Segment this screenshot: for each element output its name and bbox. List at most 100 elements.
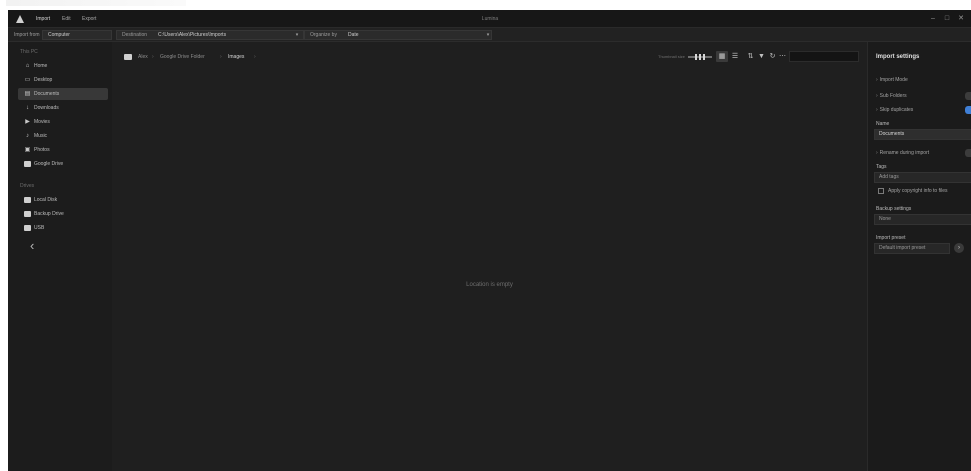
chevron-down-icon[interactable]: ▾: [293, 30, 301, 40]
section-sub-folders[interactable]: › Sub Folders: [876, 92, 907, 101]
sidebar-item-label: Local Disk: [34, 197, 58, 203]
sidebar-item-home[interactable]: ⌂ Home: [18, 60, 108, 72]
breadcrumb-separator: ›: [220, 54, 222, 60]
sidebar-item-google-drive[interactable]: Google Drive: [18, 158, 108, 170]
import-toolbar: Import from Computer Destination C:\User…: [8, 28, 971, 42]
sidebar-item-desktop[interactable]: ▭ Desktop: [18, 74, 108, 86]
section-import-mode[interactable]: › Import Mode: [876, 76, 908, 85]
sidebar-item-label: Photos: [34, 147, 50, 153]
empty-state-message: Location is empty: [466, 282, 513, 288]
section-skip-duplicates[interactable]: › Skip duplicates: [876, 106, 913, 115]
sub-folders-toggle[interactable]: [965, 92, 971, 100]
backup-label: Backup settings: [876, 206, 912, 212]
download-icon: ↓: [26, 105, 29, 111]
chevron-right-icon: ›: [876, 150, 878, 156]
breadcrumb-item[interactable]: Alex: [138, 52, 148, 62]
thumbnail-size-label: Thumbnail size: [658, 54, 685, 59]
source-label: Import from: [14, 32, 40, 38]
background-ghost: [6, 0, 186, 6]
sidebar-item-usb[interactable]: USB: [18, 222, 108, 234]
tab-edit[interactable]: Edit: [58, 13, 75, 25]
more-icon[interactable]: ⋯: [778, 51, 787, 62]
breadcrumb-separator: ›: [152, 54, 154, 60]
tab-import[interactable]: Import: [32, 13, 54, 25]
thumbnail-size-slider[interactable]: [688, 54, 712, 60]
backup-field[interactable]: None: [874, 214, 971, 225]
filter-icon[interactable]: ▼: [757, 51, 766, 62]
preset-label: Import preset: [876, 235, 906, 241]
chevron-right-icon: ›: [876, 93, 878, 99]
title-bar: Import Edit Export Lumina – □ ✕: [8, 10, 971, 28]
sidebar-item-label: Music: [34, 133, 48, 139]
sidebar-item-downloads[interactable]: ↓ Downloads: [18, 102, 108, 114]
breadcrumb-item[interactable]: Google Drive Folder: [160, 52, 205, 62]
destination-value: C:\Users\Alex\Pictures\Imports: [158, 32, 227, 38]
chevron-right-icon: ›: [876, 77, 878, 83]
section-rename[interactable]: › Rename during import: [876, 149, 929, 158]
destination-select[interactable]: Destination C:\Users\Alex\Pictures\Impor…: [116, 30, 304, 40]
window-title: Lumina: [481, 16, 499, 22]
sidebar-item-backup-drive[interactable]: Backup Drive: [18, 208, 108, 220]
copyright-checkbox[interactable]: [878, 188, 884, 194]
sidebar-item-movies[interactable]: ▶ Movies: [18, 116, 108, 128]
outer-top-strip: [0, 0, 971, 10]
chevron-right-icon: ›: [876, 107, 878, 113]
section-header-this-pc: This PC: [20, 49, 38, 55]
tab-export[interactable]: Export: [78, 13, 100, 25]
app-window: Import Edit Export Lumina – □ ✕ Import f…: [8, 10, 971, 471]
folder-icon: [24, 161, 31, 167]
folder-icon: [124, 54, 132, 60]
rename-toggle[interactable]: [965, 149, 971, 157]
import-settings-panel: Import settings › Import Mode › Sub Folder…: [867, 42, 971, 471]
sidebar-item-label: USB: [34, 225, 45, 231]
close-button[interactable]: ✕: [956, 14, 966, 24]
destination-label: Destination: [122, 32, 148, 38]
organize-value: Date: [348, 32, 359, 38]
section-label: Import Mode: [879, 77, 908, 83]
import-go-icon[interactable]: ›: [954, 243, 964, 253]
source-value: Computer: [48, 32, 70, 38]
sort-icon[interactable]: ⇅: [746, 51, 755, 62]
back-chevron-icon[interactable]: ‹: [30, 239, 40, 253]
sidebar-item-documents[interactable]: ▤ Documents: [18, 88, 108, 100]
movie-icon: ▶: [25, 119, 30, 125]
name-field[interactable]: Documents: [874, 129, 971, 140]
folder-icon: [24, 225, 31, 231]
grid-view-icon[interactable]: ▦: [716, 51, 728, 62]
sidebar: This PC ⌂ Home ▭ Desktop ▤ Documents ↓ D…: [8, 42, 112, 471]
copyright-label: Apply copyright info to files: [888, 188, 948, 194]
folder-icon: [24, 211, 31, 217]
section-header-drives: Drives: [20, 183, 35, 189]
list-view-icon[interactable]: ☰: [729, 51, 741, 62]
organize-select[interactable]: Organize by Date: [304, 30, 492, 40]
source-select[interactable]: Computer: [42, 30, 112, 40]
tags-field[interactable]: Add tags: [874, 172, 971, 183]
breadcrumb-current: Images: [228, 54, 245, 60]
maximize-button[interactable]: □: [942, 14, 952, 24]
file-browser: Alex › Google Drive Folder › Images › Th…: [112, 42, 867, 471]
sidebar-item-label: Google Drive: [34, 161, 64, 167]
organize-label: Organize by: [310, 32, 337, 38]
skip-duplicates-toggle[interactable]: [965, 106, 971, 114]
sidebar-item-label: Movies: [34, 119, 50, 125]
sidebar-item-photos[interactable]: ▣ Photos: [18, 144, 108, 156]
minimize-button[interactable]: –: [928, 14, 938, 24]
sidebar-item-label: Desktop: [34, 77, 53, 83]
app-logo-icon: [16, 15, 24, 23]
breadcrumb-separator: ›: [254, 54, 256, 60]
section-label: Skip duplicates: [879, 107, 914, 113]
sidebar-item-label: Documents: [34, 91, 60, 97]
sidebar-item-music[interactable]: ♪ Music: [18, 130, 108, 142]
name-label: Name: [876, 121, 890, 127]
preset-select[interactable]: Default import preset: [874, 243, 950, 254]
search-input[interactable]: [789, 51, 859, 62]
chevron-down-icon[interactable]: ▾: [484, 30, 492, 40]
tags-label: Tags: [876, 164, 887, 170]
music-icon: ♪: [26, 133, 29, 139]
panel-title: Import settings: [876, 54, 920, 60]
refresh-icon[interactable]: ↻: [768, 51, 777, 62]
sidebar-item-local-disk[interactable]: Local Disk: [18, 194, 108, 206]
sidebar-item-label: Home: [34, 63, 48, 69]
folder-icon: [24, 197, 31, 203]
photos-icon: ▣: [24, 147, 31, 153]
